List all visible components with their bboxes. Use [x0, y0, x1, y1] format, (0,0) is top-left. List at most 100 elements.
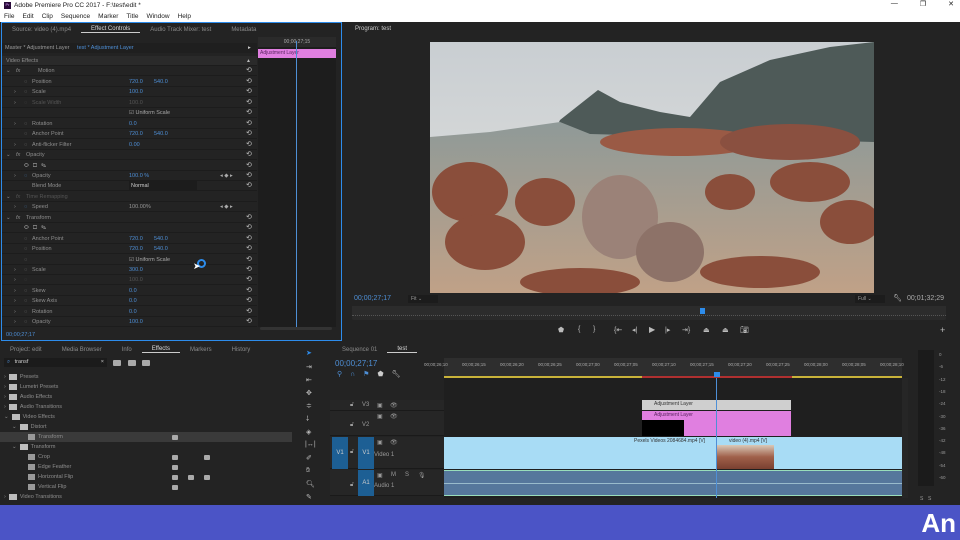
effect-row[interactable]: › ◌ Scale Width 100.0 ⟲	[2, 98, 257, 108]
expand-chevron-icon[interactable]: ⌄	[6, 66, 11, 76]
menu-window[interactable]: Window	[146, 13, 169, 20]
pen-tool-icon[interactable]: ✐	[306, 454, 312, 462]
expand-arrow-icon[interactable]: ›	[14, 140, 16, 150]
tab-markers[interactable]: Markers	[180, 347, 222, 353]
effects-tree-item[interactable]: › Audio Transitions	[0, 402, 292, 412]
effect-row[interactable]: › ◌ Rotation 0.0 ⟲	[2, 307, 257, 317]
linked-selection-icon[interactable]: ⚑	[363, 371, 377, 378]
reset-icon[interactable]: ⟲	[246, 87, 252, 97]
snap-magnet-icon[interactable]: ∩	[350, 371, 363, 378]
reset-icon[interactable]: ⟲	[246, 181, 252, 191]
maximize-button[interactable]: ❐	[920, 0, 926, 8]
reset-icon[interactable]: ⟲	[246, 150, 252, 160]
tab-test[interactable]: test	[387, 346, 418, 353]
mark-out-button[interactable]: }	[593, 326, 595, 333]
add-marker-button[interactable]: ⬟	[558, 326, 564, 334]
sync-lock-icon[interactable]: ▣	[377, 472, 383, 479]
go-to-in-button[interactable]: {⇤	[614, 326, 622, 334]
value-field[interactable]: 100.0	[129, 317, 143, 327]
effect-row[interactable]: ⌄ fx Time Remapping	[2, 192, 257, 202]
effects-tree-item[interactable]: ⌄ Transform	[0, 442, 292, 452]
fx-badge-icon[interactable]: fx	[16, 213, 20, 223]
lift-button[interactable]: ⏏	[703, 326, 710, 334]
effect-row[interactable]: › ◌ Skew 0.0 ⟲	[2, 286, 257, 296]
mask-tools-icon[interactable]: ⬭▢✎	[24, 161, 50, 171]
mini-playhead[interactable]	[296, 41, 297, 327]
tab-history[interactable]: History	[222, 347, 261, 353]
effects-search-box[interactable]: ⌕ transf ×	[4, 358, 107, 367]
v3-label[interactable]: V3	[362, 402, 369, 408]
program-timecode[interactable]: 00;00;27;17	[354, 295, 391, 302]
reset-icon[interactable]: ⟲	[246, 275, 252, 285]
reset-icon[interactable]: ⟲	[246, 161, 252, 171]
button-editor-plus-icon[interactable]: +	[940, 325, 945, 335]
expand-arrow-icon[interactable]: ›	[14, 119, 16, 129]
expand-arrow-icon[interactable]: ›	[14, 265, 16, 275]
value-field-y[interactable]: 540.0	[154, 244, 168, 254]
stopwatch-icon[interactable]: ◌	[24, 307, 27, 317]
lock-icon[interactable]: 🔓︎	[350, 482, 354, 489]
lock-icon[interactable]: 🔓︎	[350, 402, 354, 409]
value-field[interactable]: 720.0	[129, 129, 143, 139]
effect-row[interactable]: ☑ Uniform Scale ⟲	[2, 108, 257, 119]
value-field[interactable]: 0.0	[129, 286, 137, 296]
expand-chevron-icon[interactable]: ⌄	[6, 150, 11, 160]
mini-zoom-scrollbar[interactable]	[260, 327, 332, 330]
v2-label[interactable]: V2	[362, 422, 369, 428]
timeline-playhead-line[interactable]	[716, 378, 717, 498]
menu-title[interactable]: Title	[126, 13, 138, 20]
hand-tool-icon[interactable]: ✋︎	[306, 467, 310, 475]
keyframe-navigator-icon[interactable]: ◂ ◆ ▸	[220, 171, 233, 181]
go-to-out-button[interactable]: ⇥}	[682, 326, 690, 334]
menu-clip[interactable]: Clip	[42, 13, 53, 20]
effect-row[interactable]: › ◌ Skew Axis 0.0 ⟲	[2, 296, 257, 307]
menu-sequence[interactable]: Sequence	[61, 13, 90, 20]
effects-tree-item[interactable]: › Presets	[0, 372, 292, 382]
value-field[interactable]: 100.0	[129, 98, 143, 108]
effects-tree-item[interactable]: Transform	[0, 432, 292, 442]
nest-toggle-icon[interactable]: ⚲	[337, 371, 350, 378]
tree-toggle-icon[interactable]: ›	[4, 384, 6, 390]
expand-chevron-icon[interactable]: ⌄	[6, 192, 11, 202]
stopwatch-icon[interactable]: ◌	[24, 286, 27, 296]
stopwatch-icon[interactable]: ◌	[24, 98, 27, 108]
effects-tree-item[interactable]: ⌄ Video Effects	[0, 412, 292, 422]
effect-row[interactable]: ◌ ☑ Uniform Scale ⟲	[2, 255, 257, 265]
slide-tool-icon[interactable]: |↔|	[305, 441, 316, 448]
fx-badge-icon[interactable]: fx	[16, 150, 20, 160]
effect-row[interactable]: › ◌ Opacity 100.0 % ◂ ◆ ▸ ⟲	[2, 171, 257, 181]
stopwatch-icon[interactable]: ◌	[24, 77, 27, 87]
expand-arrow-icon[interactable]: ›	[14, 286, 16, 296]
stopwatch-icon[interactable]: ◌	[24, 129, 27, 139]
effects-tree-item[interactable]: › Lumetri Presets	[0, 382, 292, 392]
effect-row[interactable]: › ◌ 100.0 ⟲	[2, 275, 257, 286]
value-field[interactable]: 720.0	[129, 234, 143, 244]
lock-icon[interactable]: 🔓︎	[350, 422, 354, 429]
blend-mode-dropdown[interactable]: Normal	[129, 181, 197, 192]
expand-arrow-icon[interactable]: ›	[14, 307, 16, 317]
effect-row[interactable]: ◌ Anchor Point 720.0 540.0 ⟲	[2, 234, 257, 244]
clip-video4-thumbnail[interactable]	[717, 445, 774, 469]
reset-icon[interactable]: ⟲	[246, 213, 252, 223]
program-time-ruler[interactable]	[352, 306, 946, 316]
voiceover-mic-icon[interactable]: 🎙︎	[418, 472, 426, 479]
effect-row[interactable]: ◌ Position 720.0 540.0 ⟲	[2, 244, 257, 255]
selection-tool-icon[interactable]: ➤	[306, 349, 312, 357]
value-field[interactable]: 100.0	[129, 275, 143, 285]
effect-row[interactable]: › ◌ Rotation 0.0 ⟲	[2, 119, 257, 129]
effect-row[interactable]: › ◌ Speed 100.00% ◂ ◆ ▸	[2, 202, 257, 213]
stopwatch-icon[interactable]: ◌	[24, 87, 27, 97]
timeline-tracks-area[interactable]: Adjustment Layer Adjustment Layer Pexels…	[444, 378, 902, 498]
effect-row[interactable]: › ◌ Scale 100.0 ⟲	[2, 87, 257, 98]
timeline-toggles[interactable]: ⚲∩⚑⬟🔧︎	[337, 370, 408, 378]
value-field[interactable]: 0.0	[129, 307, 137, 317]
tree-toggle-icon[interactable]: ⌄	[4, 414, 9, 420]
value-field-y[interactable]: 540.0	[154, 234, 168, 244]
track-target-v1[interactable]: V1	[358, 437, 374, 469]
tree-toggle-icon[interactable]: ⌄	[12, 424, 17, 430]
effect-row[interactable]: ⬭▢✎ ⟲	[2, 223, 257, 234]
tree-toggle-icon[interactable]: ›	[4, 394, 6, 400]
ripple-edit-tool-icon[interactable]: ⇤	[306, 376, 312, 384]
playback-resolution-dropdown[interactable]: Full ⌄	[855, 295, 885, 303]
sequence-clip-dropdown[interactable]: test * Adjustment Layer	[77, 45, 134, 51]
